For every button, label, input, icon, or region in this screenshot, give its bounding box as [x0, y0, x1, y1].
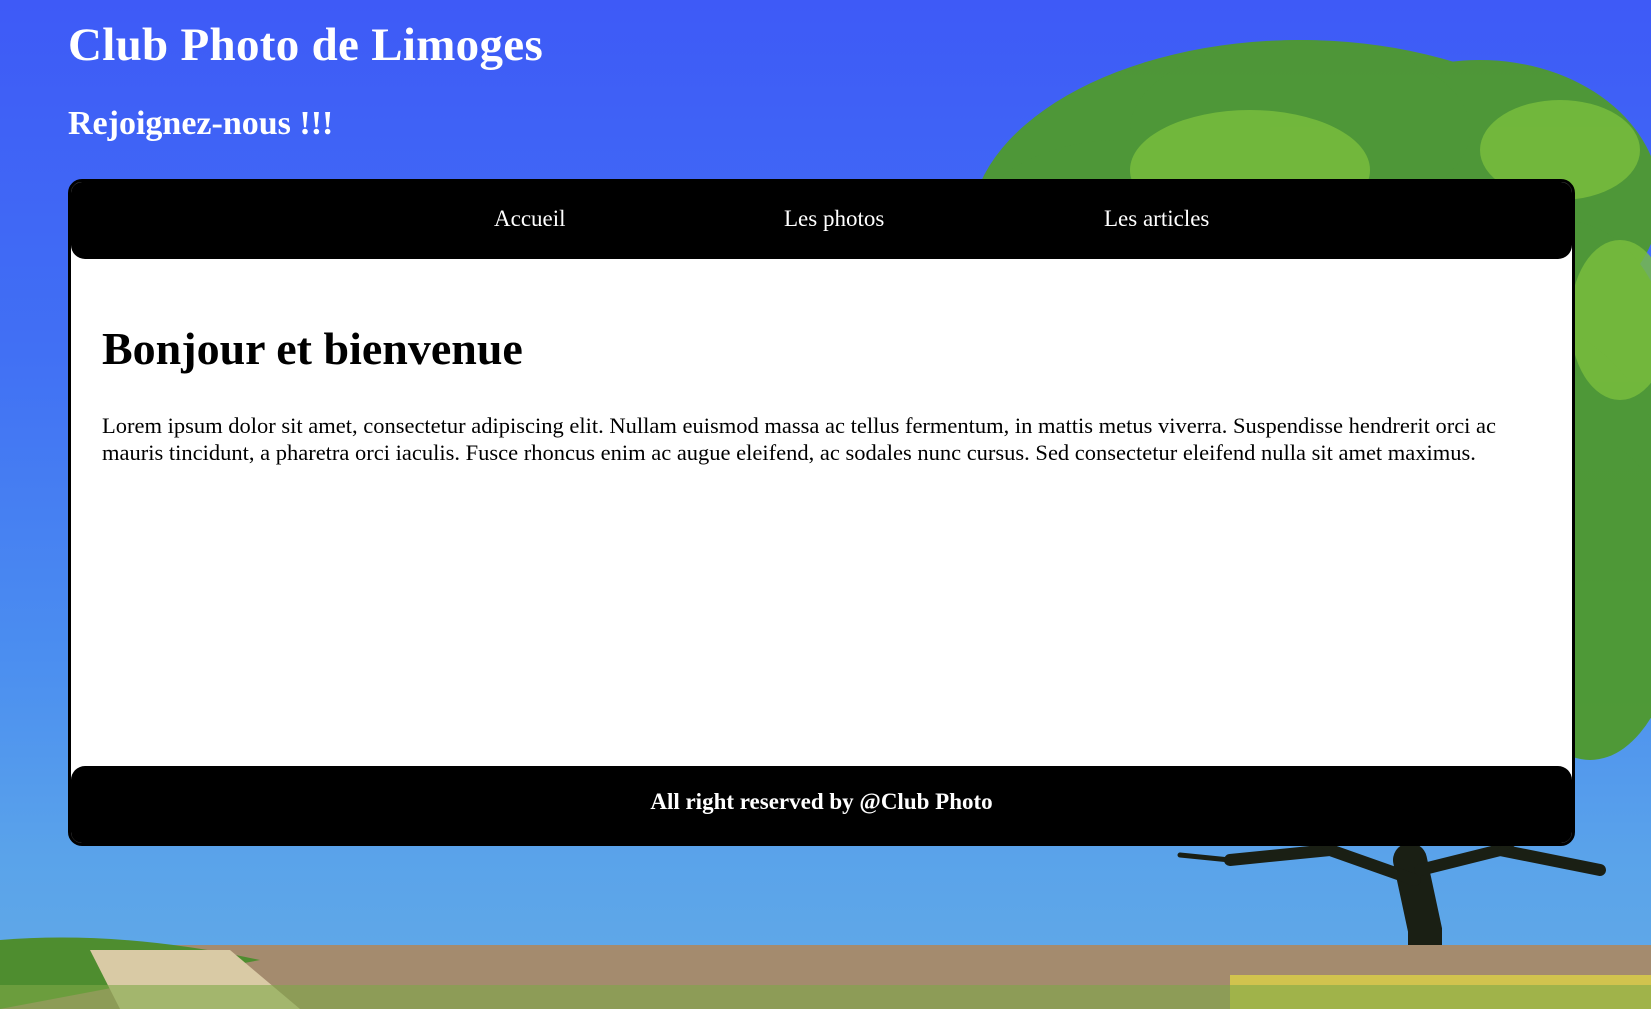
nav-link-les-articles[interactable]: Les articles	[1104, 206, 1209, 232]
main-navigation: Accueil Les photos Les articles	[71, 182, 1572, 259]
page-container: Accueil Les photos Les articles Bonjour …	[68, 179, 1575, 846]
welcome-heading: Bonjour et bienvenue	[102, 323, 523, 374]
welcome-paragraph: Lorem ipsum dolor sit amet, consectetur …	[102, 413, 1497, 465]
nav-link-les-photos[interactable]: Les photos	[784, 206, 884, 232]
site-title: Club Photo de Limoges	[68, 19, 544, 71]
nav-link-accueil[interactable]: Accueil	[494, 206, 566, 232]
footer-copyright: All right reserved by @Club Photo	[650, 789, 993, 814]
site-subtitle: Rejoignez-nous !!!	[68, 105, 334, 142]
footer: All right reserved by @Club Photo	[71, 766, 1572, 843]
